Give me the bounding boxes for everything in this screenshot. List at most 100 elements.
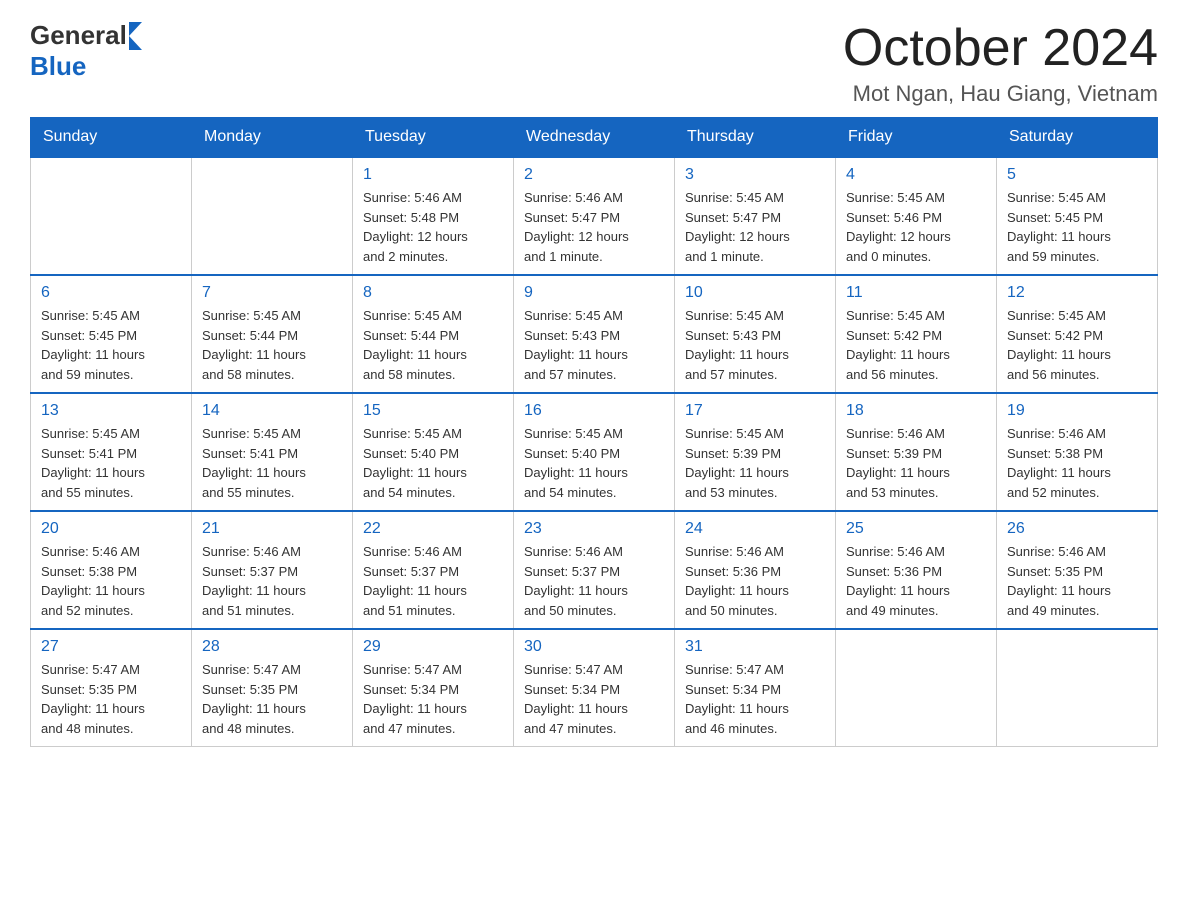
calendar-week-row: 6 Sunrise: 5:45 AMSunset: 5:45 PMDaylight… bbox=[31, 275, 1158, 393]
location-title: Mot Ngan, Hau Giang, Vietnam bbox=[843, 81, 1158, 107]
calendar-cell: 21 Sunrise: 5:46 AMSunset: 5:37 PMDayligh… bbox=[192, 511, 353, 629]
day-info: Sunrise: 5:45 AMSunset: 5:45 PMDaylight:… bbox=[41, 306, 181, 384]
calendar-cell: 3 Sunrise: 5:45 AMSunset: 5:47 PMDaylight… bbox=[675, 157, 836, 275]
calendar-header-friday: Friday bbox=[836, 118, 997, 158]
calendar-cell: 17 Sunrise: 5:45 AMSunset: 5:39 PMDayligh… bbox=[675, 393, 836, 511]
calendar-cell: 23Sunrise: 5:46 AMSunset: 5:37 PMDayligh… bbox=[514, 511, 675, 629]
calendar-week-row: 27 Sunrise: 5:47 AMSunset: 5:35 PMDayligh… bbox=[31, 629, 1158, 747]
calendar-cell: 8 Sunrise: 5:45 AMSunset: 5:44 PMDaylight… bbox=[353, 275, 514, 393]
calendar-cell: 13 Sunrise: 5:45 AMSunset: 5:41 PMDayligh… bbox=[31, 393, 192, 511]
day-number: 16 bbox=[524, 402, 664, 420]
day-info: Sunrise: 5:45 AMSunset: 5:39 PMDaylight:… bbox=[685, 424, 825, 502]
day-info: Sunrise: 5:46 AMSunset: 5:47 PMDaylight:… bbox=[524, 188, 664, 266]
day-info: Sunrise: 5:46 AMSunset: 5:48 PMDaylight:… bbox=[363, 188, 503, 266]
day-info: Sunrise: 5:46 AMSunset: 5:37 PMDaylight:… bbox=[202, 542, 342, 620]
calendar-header-wednesday: Wednesday bbox=[514, 118, 675, 158]
calendar-cell: 10Sunrise: 5:45 AMSunset: 5:43 PMDayligh… bbox=[675, 275, 836, 393]
day-number: 11 bbox=[846, 284, 986, 302]
day-number: 27 bbox=[41, 638, 181, 656]
day-number: 5 bbox=[1007, 166, 1147, 184]
calendar-cell: 19 Sunrise: 5:46 AMSunset: 5:38 PMDayligh… bbox=[997, 393, 1158, 511]
calendar-cell: 27 Sunrise: 5:47 AMSunset: 5:35 PMDayligh… bbox=[31, 629, 192, 747]
calendar-header-row: SundayMondayTuesdayWednesdayThursdayFrid… bbox=[31, 118, 1158, 158]
calendar-header-sunday: Sunday bbox=[31, 118, 192, 158]
day-info: Sunrise: 5:47 AMSunset: 5:34 PMDaylight:… bbox=[363, 660, 503, 738]
day-info: Sunrise: 5:45 AMSunset: 5:44 PMDaylight:… bbox=[202, 306, 342, 384]
day-number: 18 bbox=[846, 402, 986, 420]
day-info: Sunrise: 5:45 AMSunset: 5:42 PMDaylight:… bbox=[1007, 306, 1147, 384]
calendar-cell: 26Sunrise: 5:46 AMSunset: 5:35 PMDayligh… bbox=[997, 511, 1158, 629]
day-number: 20 bbox=[41, 520, 181, 538]
day-number: 3 bbox=[685, 166, 825, 184]
calendar-cell: 7 Sunrise: 5:45 AMSunset: 5:44 PMDaylight… bbox=[192, 275, 353, 393]
calendar-week-row: 20 Sunrise: 5:46 AMSunset: 5:38 PMDayligh… bbox=[31, 511, 1158, 629]
calendar-header-monday: Monday bbox=[192, 118, 353, 158]
day-number: 28 bbox=[202, 638, 342, 656]
calendar-cell bbox=[997, 629, 1158, 747]
day-info: Sunrise: 5:45 AMSunset: 5:41 PMDaylight:… bbox=[202, 424, 342, 502]
calendar-cell bbox=[31, 157, 192, 275]
day-info: Sunrise: 5:46 AMSunset: 5:38 PMDaylight:… bbox=[41, 542, 181, 620]
day-info: Sunrise: 5:45 AMSunset: 5:40 PMDaylight:… bbox=[524, 424, 664, 502]
calendar-cell bbox=[192, 157, 353, 275]
day-number: 7 bbox=[202, 284, 342, 302]
calendar-cell: 11 Sunrise: 5:45 AMSunset: 5:42 PMDayligh… bbox=[836, 275, 997, 393]
day-number: 8 bbox=[363, 284, 503, 302]
day-number: 25 bbox=[846, 520, 986, 538]
calendar-cell: 28 Sunrise: 5:47 AMSunset: 5:35 PMDayligh… bbox=[192, 629, 353, 747]
calendar-cell: 2 Sunrise: 5:46 AMSunset: 5:47 PMDaylight… bbox=[514, 157, 675, 275]
day-number: 15 bbox=[363, 402, 503, 420]
calendar-table: SundayMondayTuesdayWednesdayThursdayFrid… bbox=[30, 117, 1158, 747]
day-info: Sunrise: 5:46 AMSunset: 5:39 PMDaylight:… bbox=[846, 424, 986, 502]
calendar-header-tuesday: Tuesday bbox=[353, 118, 514, 158]
calendar-cell: 1 Sunrise: 5:46 AMSunset: 5:48 PMDaylight… bbox=[353, 157, 514, 275]
day-number: 1 bbox=[363, 166, 503, 184]
day-info: Sunrise: 5:47 AMSunset: 5:34 PMDaylight:… bbox=[524, 660, 664, 738]
day-number: 2 bbox=[524, 166, 664, 184]
calendar-cell: 9Sunrise: 5:45 AMSunset: 5:43 PMDaylight… bbox=[514, 275, 675, 393]
day-info: Sunrise: 5:47 AMSunset: 5:35 PMDaylight:… bbox=[41, 660, 181, 738]
calendar-header-thursday: Thursday bbox=[675, 118, 836, 158]
calendar-cell: 30 Sunrise: 5:47 AMSunset: 5:34 PMDayligh… bbox=[514, 629, 675, 747]
day-info: Sunrise: 5:46 AMSunset: 5:37 PMDaylight:… bbox=[363, 542, 503, 620]
day-number: 19 bbox=[1007, 402, 1147, 420]
day-number: 10 bbox=[685, 284, 825, 302]
day-number: 24 bbox=[685, 520, 825, 538]
day-info: Sunrise: 5:45 AMSunset: 5:45 PMDaylight:… bbox=[1007, 188, 1147, 266]
title-area: October 2024 Mot Ngan, Hau Giang, Vietna… bbox=[843, 20, 1158, 107]
day-info: Sunrise: 5:46 AMSunset: 5:37 PMDaylight:… bbox=[524, 542, 664, 620]
day-number: 31 bbox=[685, 638, 825, 656]
logo: General Blue bbox=[30, 20, 142, 82]
calendar-cell bbox=[836, 629, 997, 747]
day-number: 30 bbox=[524, 638, 664, 656]
day-number: 12 bbox=[1007, 284, 1147, 302]
calendar-week-row: 13 Sunrise: 5:45 AMSunset: 5:41 PMDayligh… bbox=[31, 393, 1158, 511]
day-number: 9 bbox=[524, 284, 664, 302]
calendar-cell: 15Sunrise: 5:45 AMSunset: 5:40 PMDayligh… bbox=[353, 393, 514, 511]
day-info: Sunrise: 5:45 AMSunset: 5:46 PMDaylight:… bbox=[846, 188, 986, 266]
day-info: Sunrise: 5:45 AMSunset: 5:47 PMDaylight:… bbox=[685, 188, 825, 266]
day-info: Sunrise: 5:45 AMSunset: 5:41 PMDaylight:… bbox=[41, 424, 181, 502]
calendar-cell: 16 Sunrise: 5:45 AMSunset: 5:40 PMDayligh… bbox=[514, 393, 675, 511]
month-title: October 2024 bbox=[843, 20, 1158, 77]
day-number: 6 bbox=[41, 284, 181, 302]
day-number: 13 bbox=[41, 402, 181, 420]
logo-general: General bbox=[30, 20, 127, 51]
day-number: 26 bbox=[1007, 520, 1147, 538]
day-number: 4 bbox=[846, 166, 986, 184]
calendar-cell: 14Sunrise: 5:45 AMSunset: 5:41 PMDayligh… bbox=[192, 393, 353, 511]
day-info: Sunrise: 5:46 AMSunset: 5:38 PMDaylight:… bbox=[1007, 424, 1147, 502]
calendar-cell: 22Sunrise: 5:46 AMSunset: 5:37 PMDayligh… bbox=[353, 511, 514, 629]
logo-blue: Blue bbox=[30, 51, 142, 82]
calendar-cell: 6 Sunrise: 5:45 AMSunset: 5:45 PMDaylight… bbox=[31, 275, 192, 393]
day-info: Sunrise: 5:47 AMSunset: 5:35 PMDaylight:… bbox=[202, 660, 342, 738]
calendar-cell: 31Sunrise: 5:47 AMSunset: 5:34 PMDayligh… bbox=[675, 629, 836, 747]
day-number: 17 bbox=[685, 402, 825, 420]
calendar-cell: 4 Sunrise: 5:45 AMSunset: 5:46 PMDaylight… bbox=[836, 157, 997, 275]
header: General Blue October 2024 Mot Ngan, Hau … bbox=[30, 20, 1158, 107]
day-info: Sunrise: 5:45 AMSunset: 5:44 PMDaylight:… bbox=[363, 306, 503, 384]
day-number: 29 bbox=[363, 638, 503, 656]
day-info: Sunrise: 5:45 AMSunset: 5:42 PMDaylight:… bbox=[846, 306, 986, 384]
calendar-cell: 5 Sunrise: 5:45 AMSunset: 5:45 PMDaylight… bbox=[997, 157, 1158, 275]
day-number: 21 bbox=[202, 520, 342, 538]
